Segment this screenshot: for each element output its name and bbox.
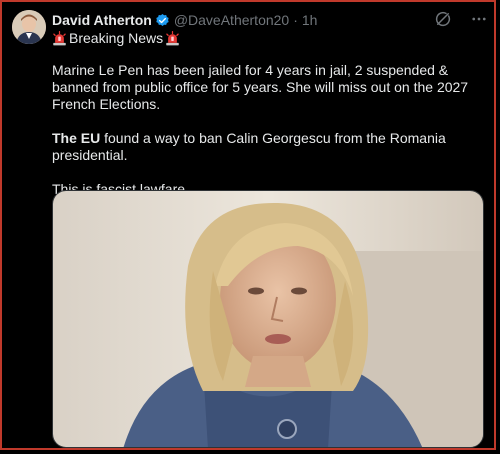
post-paragraph: The EU found a way to ban Calin Georgesc… [52,130,484,164]
breaking-news-text: Breaking News [69,30,164,46]
grok-icon[interactable] [434,10,452,28]
post-time[interactable]: 1h [302,12,318,28]
separator-dot: · [293,12,298,28]
police-light-icon [52,30,67,46]
avatar[interactable] [12,10,46,44]
more-icon[interactable] [470,10,488,28]
breaking-news-line: Breaking News [52,30,180,46]
police-light-icon [165,30,180,46]
post-paragraph: Marine Le Pen has been jailed for 4 year… [52,62,469,112]
verified-badge-icon [155,13,170,28]
author-name[interactable]: David Atherton [52,12,152,28]
post-paragraph-text: found a way to ban Calin Georgescu from … [52,130,446,163]
bold-text: The EU [52,130,101,146]
post-header: David Atherton @DaveAtherton20 · 1h [52,11,317,29]
avatar-image [12,10,46,44]
post-image[interactable] [52,190,484,448]
photo [53,191,483,447]
post-actions-top [434,10,488,28]
author-handle[interactable]: @DaveAtherton20 [174,12,289,28]
